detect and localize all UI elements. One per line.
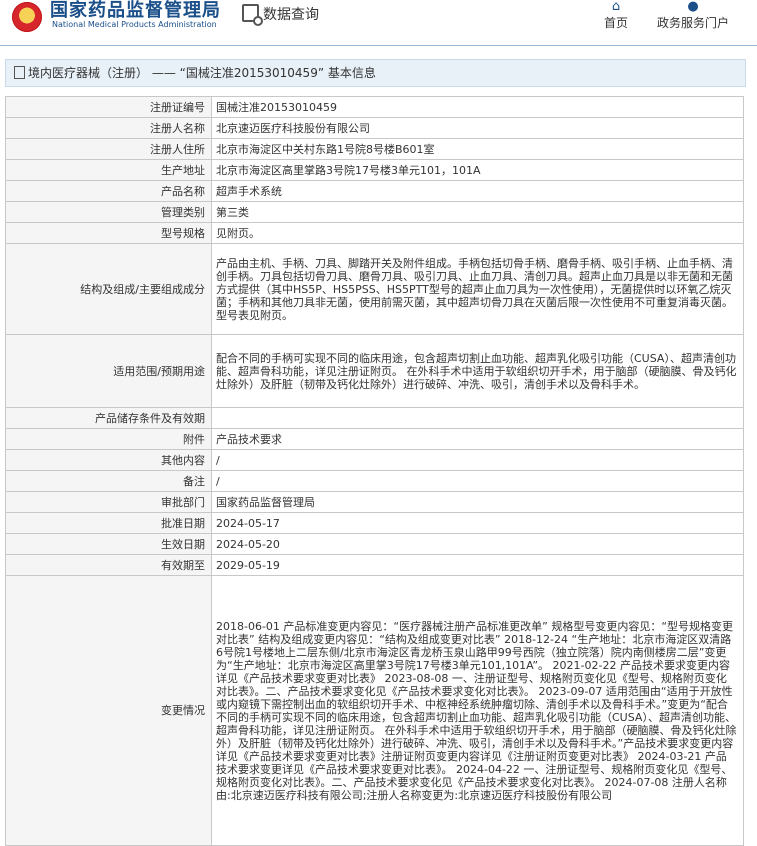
- table-row: 管理类别 第三类: [5, 201, 744, 223]
- field-value: 2018-06-01 产品标准变更内容见：“医疗器械注册产品标准更改单” 规格型…: [211, 575, 744, 846]
- home-icon: ⌂: [611, 0, 621, 14]
- table-row: 其他内容 /: [5, 449, 744, 471]
- field-value: 第三类: [211, 201, 744, 223]
- table-row: 生产地址 北京市海淀区高里掌路3号院17号楼3单元101，101A: [5, 159, 744, 181]
- table-row: 审批部门 国家药品监督管理局: [5, 491, 744, 513]
- table-row: 型号规格 见附页。: [5, 222, 744, 244]
- field-label: 管理类别: [5, 201, 212, 223]
- field-label: 产品名称: [5, 180, 212, 202]
- field-value: 配合不同的手柄可实现不同的临床用途，包含超声切割止血功能、超声乳化吸引功能（CU…: [211, 334, 744, 408]
- site-header: 国家药品监督管理局 National Medical Products Admi…: [0, 0, 757, 46]
- nav-service-portal[interactable]: ● 政务服务门户: [657, 0, 729, 31]
- table-row: 产品名称 超声手术系统: [5, 180, 744, 202]
- field-value: 北京市海淀区高里掌路3号院17号楼3单元101，101A: [211, 159, 744, 181]
- breadcrumb: 境内医疗器械（注册） —— “国械注准20153010459” 基本信息: [5, 59, 746, 87]
- field-value: 见附页。: [211, 222, 744, 244]
- header-divider: [0, 45, 757, 46]
- table-row: 适用范围/预期用途 配合不同的手柄可实现不同的临床用途，包含超声切割止血功能、超声…: [5, 334, 744, 408]
- table-row: 注册人住所 北京市海淀区中关村东路1号院8号楼B601室: [5, 138, 744, 160]
- site-subtitle: National Medical Products Administration: [52, 20, 217, 29]
- nav-home[interactable]: ⌂ 首页: [604, 0, 628, 31]
- nav-home-label: 首页: [604, 16, 629, 30]
- field-value: /: [211, 449, 744, 471]
- detail-panel: 境内医疗器械（注册） —— “国械注准20153010459” 基本信息 注册证…: [5, 59, 746, 846]
- table-row: 变更情况 2018-06-01 产品标准变更内容见：“医疗器械注册产品标准更改单”…: [5, 575, 744, 846]
- table-row: 注册证编号 国械注准20153010459: [5, 96, 744, 118]
- field-value: 2024-05-17: [211, 512, 744, 534]
- field-value: 产品技术要求: [211, 428, 744, 450]
- field-label: 注册人住所: [5, 138, 212, 160]
- field-label: 生效日期: [5, 533, 212, 555]
- field-label: 审批部门: [5, 491, 212, 513]
- field-label: 批准日期: [5, 512, 212, 534]
- national-emblem-icon: [12, 2, 42, 32]
- document-icon: [14, 66, 25, 79]
- data-query-link[interactable]: 数据查询: [242, 4, 319, 26]
- field-value: 超声手术系统: [211, 180, 744, 202]
- data-query-icon: [242, 4, 263, 26]
- field-label: 型号规格: [5, 222, 212, 244]
- site-title[interactable]: 国家药品监督管理局: [50, 0, 221, 22]
- table-row: 批准日期 2024-05-17: [5, 512, 744, 534]
- table-row: 结构及组成/主要组成成分 产品由主机、手柄、刀具、脚踏开关及附件组成。手柄包括切骨…: [5, 243, 744, 335]
- field-label: 备注: [5, 470, 212, 492]
- table-row: 备注 /: [5, 470, 744, 492]
- table-row: 附件 产品技术要求: [5, 428, 744, 450]
- field-label: 适用范围/预期用途: [5, 334, 212, 408]
- field-label: 注册证编号: [5, 96, 212, 118]
- table-row: 产品储存条件及有效期: [5, 407, 744, 429]
- field-label: 变更情况: [5, 575, 212, 846]
- table-row: 注册人名称 北京速迈医疗科技股份有限公司: [5, 117, 744, 139]
- breadcrumb-text: 境内医疗器械（注册） —— “国械注准20153010459” 基本信息: [28, 66, 376, 80]
- field-value: 国家药品监督管理局: [211, 491, 744, 513]
- table-row: 生效日期 2024-05-20: [5, 533, 744, 555]
- field-label: 附件: [5, 428, 212, 450]
- nav-service-portal-label: 政务服务门户: [657, 16, 730, 30]
- data-query-label: 数据查询: [263, 7, 319, 23]
- field-label: 有效期至: [5, 554, 212, 576]
- field-value: 2029-05-19: [211, 554, 744, 576]
- field-value: /: [211, 470, 744, 492]
- field-label: 其他内容: [5, 449, 212, 471]
- field-value: 北京速迈医疗科技股份有限公司: [211, 117, 744, 139]
- field-value: 2024-05-20: [211, 533, 744, 555]
- field-label: 注册人名称: [5, 117, 212, 139]
- user-icon: ●: [687, 0, 699, 14]
- field-label: 产品储存条件及有效期: [5, 407, 212, 429]
- field-value: 产品由主机、手柄、刀具、脚踏开关及附件组成。手柄包括切骨手柄、磨骨手柄、吸引手柄…: [211, 243, 744, 335]
- table-row: 有效期至 2029-05-19: [5, 554, 744, 576]
- field-value: 北京市海淀区中关村东路1号院8号楼B601室: [211, 138, 744, 160]
- field-label: 生产地址: [5, 159, 212, 181]
- detail-table: 注册证编号 国械注准20153010459 注册人名称 北京速迈医疗科技股份有限公司注…: [5, 96, 744, 846]
- field-value: 国械注准20153010459: [211, 96, 744, 118]
- field-value: [211, 407, 744, 429]
- field-label: 结构及组成/主要组成成分: [5, 243, 212, 335]
